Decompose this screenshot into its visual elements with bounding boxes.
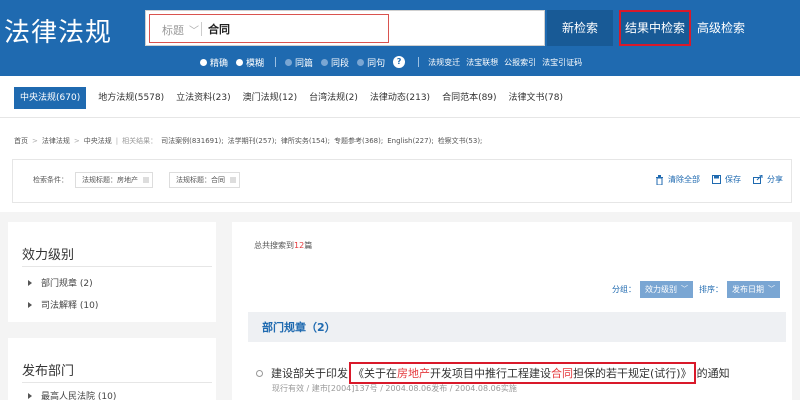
bullet-icon: [256, 369, 263, 377]
help-icon[interactable]: ?: [393, 56, 406, 68]
caret-right-icon: [28, 279, 32, 286]
sort-dropdown[interactable]: 发布日期 ﹀: [727, 281, 780, 298]
options-divider: [275, 57, 277, 67]
radio-icon: [321, 58, 329, 66]
related-results-label: 相关结果：: [122, 137, 158, 145]
search-conditions-panel: 检索条件： 法规标题：房地产 法规标题：合同 清除全部 保存 分享: [12, 159, 792, 203]
tabs-divider: [0, 117, 800, 118]
radio-icon: [285, 58, 293, 66]
caret-right-icon: [28, 301, 32, 308]
category-tabs: 中央法规(670) 地方法规(5578) 立法资料(23) 澳门法规(12) 台…: [14, 86, 575, 110]
group-dropdown[interactable]: 效力级别 ﹀: [640, 281, 693, 298]
breadcrumb-central[interactable]: 中央法规: [84, 136, 112, 146]
breadcrumb: 首页 > 法律法规 > 中央法规 | 相关结果： 司法案例(831691); 法…: [14, 136, 483, 146]
header-bar: 法律法规 标题 ﹀ 新检索 结果中检索 高级检索 精确 模糊: [0, 0, 800, 76]
link-law-changes[interactable]: 法规变迁: [428, 57, 460, 68]
keyword-highlight: 合同: [551, 367, 573, 380]
tab-contract-templates[interactable]: 合同范本(89): [442, 87, 496, 109]
remove-chip-icon[interactable]: [230, 177, 236, 183]
filter-item[interactable]: 部门规章 (2): [28, 276, 93, 289]
tab-legal-news[interactable]: 法律动态(213): [370, 87, 430, 109]
results-card: 总共搜索到12篇 分组： 效力级别 ﹀ 排序： 发布日期 ﹀ 部门规章（2） 建设部…: [232, 222, 792, 400]
conditions-label: 检索条件：: [33, 176, 68, 184]
group-title: 部门规章（2）: [262, 321, 336, 334]
search-input[interactable]: [208, 20, 378, 38]
filter-item[interactable]: 最高人民法院 (10): [28, 389, 116, 400]
group-label: 分组：: [612, 285, 636, 294]
related-procuratorate-link[interactable]: 检察文书(53);: [438, 136, 483, 146]
condition-chip[interactable]: 法规标题：合同: [169, 172, 240, 188]
match-fuzzy-radio[interactable]: 模糊: [236, 56, 264, 69]
page: 法律法规 标题 ﹀ 新检索 结果中检索 高级检索 精确 模糊: [0, 0, 800, 400]
scope-sentence-radio[interactable]: 同句: [357, 56, 385, 69]
related-cases-link[interactable]: 司法案例(831691);: [161, 136, 224, 146]
share-icon: [753, 175, 763, 184]
condition-chip[interactable]: 法规标题：房地产: [75, 172, 153, 188]
remove-chip-icon[interactable]: [143, 177, 149, 183]
advanced-search-link[interactable]: 高级检索: [697, 10, 767, 46]
options-divider: [418, 57, 420, 67]
tab-taiwan-laws[interactable]: 台湾法规(2): [309, 87, 358, 109]
scope-article-radio[interactable]: 同篇: [285, 56, 313, 69]
dept-filter-card: 发布部门 最高人民法院 (10): [8, 338, 216, 400]
search-within-results-button[interactable]: 结果中检索: [619, 10, 691, 46]
scope-paragraph-radio[interactable]: 同段: [321, 56, 349, 69]
filter-sidebar: 效力级别 部门规章 (2) 司法解释 (10) 发布部门 最高人民法院 (10): [0, 212, 232, 400]
radio-icon: [357, 58, 365, 66]
related-topics-link[interactable]: 专题参考(368);: [334, 136, 383, 146]
result-meta: 现行有效 / 建市[2004]137号 / 2004.08.06发布 / 200…: [272, 384, 517, 393]
level-filter-card: 效力级别 部门规章 (2) 司法解释 (10): [8, 222, 216, 322]
link-gazette-index[interactable]: 公报索引: [504, 57, 536, 68]
breadcrumb-home[interactable]: 首页: [14, 136, 28, 146]
site-logo[interactable]: 法律法规: [4, 12, 112, 49]
conditions-actions: 清除全部 保存 分享: [643, 174, 783, 185]
result-title-link[interactable]: 《关于在房地产开发项目中推行工程建设合同担保的若干规定(试行)》: [349, 362, 696, 384]
chevron-down-icon[interactable]: ﹀: [189, 22, 199, 37]
field-divider: [201, 22, 202, 36]
link-citation-code[interactable]: 法宝引证码: [542, 57, 582, 68]
filter-item[interactable]: 司法解释 (10): [28, 298, 98, 311]
new-search-button[interactable]: 新检索: [547, 10, 613, 46]
save-button[interactable]: 保存: [712, 174, 741, 185]
caret-right-icon: [28, 392, 32, 399]
link-association[interactable]: 法宝联想: [466, 57, 498, 68]
keyword-highlight: 房地产: [397, 367, 430, 380]
related-english-link[interactable]: English(227);: [387, 137, 433, 145]
chevron-down-icon: ﹀: [681, 285, 688, 293]
related-practice-link[interactable]: 律所实务(154);: [281, 136, 330, 146]
search-options: 精确 模糊 同篇 同段 同句 ? 法规变迁 法宝联想 公报索引 法宝引证码: [200, 54, 588, 70]
tab-macau-laws[interactable]: 澳门法规(12): [243, 87, 297, 109]
radio-icon: [236, 58, 244, 66]
related-journals-link[interactable]: 法学期刊(257);: [228, 136, 277, 146]
clear-all-button[interactable]: 清除全部: [655, 174, 700, 185]
tab-legislative-materials[interactable]: 立法资料(23): [176, 87, 230, 109]
result-item: 建设部关于印发 《关于在房地产开发项目中推行工程建设合同担保的若干规定(试行)》…: [256, 362, 730, 384]
radio-selected-icon: [200, 58, 207, 66]
dept-filter-title: 发布部门: [22, 364, 75, 379]
result-count: 总共搜索到12篇: [254, 241, 313, 250]
share-button[interactable]: 分享: [753, 174, 783, 185]
group-sort-bar: 分组： 效力级别 ﹀ 排序： 发布日期 ﹀: [612, 281, 786, 298]
tab-local-laws[interactable]: 地方法规(5578): [98, 87, 164, 109]
match-exact-radio[interactable]: 精确: [200, 56, 228, 69]
sort-label: 排序：: [699, 285, 723, 294]
save-icon: [712, 175, 721, 184]
results-area: 总共搜索到12篇 分组： 效力级别 ﹀ 排序： 发布日期 ﹀ 部门规章（2） 建设部…: [232, 212, 800, 400]
breadcrumb-laws[interactable]: 法律法规: [42, 136, 70, 146]
level-filter-title: 效力级别: [22, 248, 75, 263]
tab-legal-documents[interactable]: 法律文书(78): [509, 87, 563, 109]
search-box: 标题 ﹀: [145, 10, 545, 46]
trash-icon: [656, 174, 663, 185]
search-field-select[interactable]: 标题: [162, 22, 184, 38]
group-header[interactable]: 部门规章（2）: [248, 312, 786, 342]
tab-central-laws[interactable]: 中央法规(670): [14, 87, 87, 109]
chevron-down-icon: ﹀: [768, 285, 775, 293]
search-field-area: 标题 ﹀: [149, 14, 389, 43]
